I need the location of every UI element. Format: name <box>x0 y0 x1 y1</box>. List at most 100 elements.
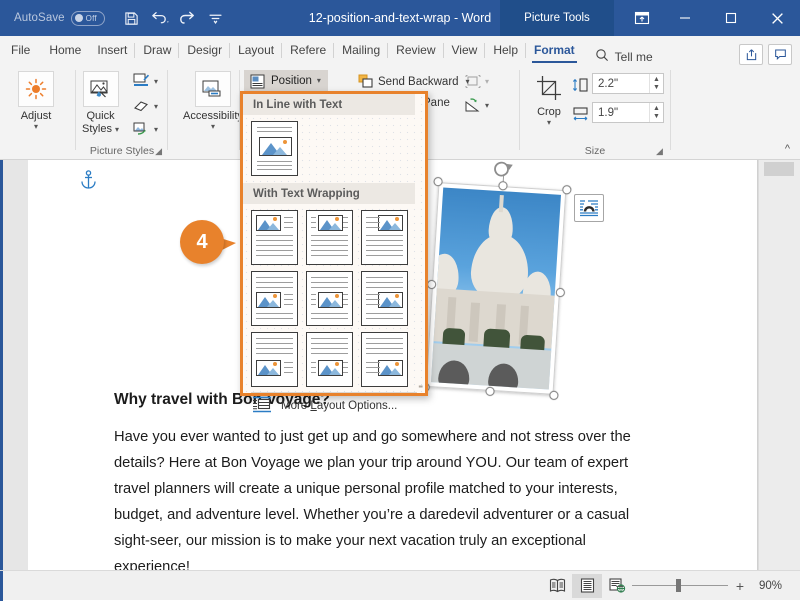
customize-quick-access-icon[interactable] <box>203 6 229 30</box>
layout-options-icon[interactable] <box>574 194 604 222</box>
tell-me-label: Tell me <box>614 49 653 64</box>
quick-styles-label: Quick Styles ▾ <box>82 110 120 135</box>
autosave-label: AutoSave <box>14 12 65 24</box>
chevron-down-icon[interactable]: ▾ <box>485 77 489 86</box>
accessibility-button[interactable]: Accessibility ▾ <box>183 71 243 131</box>
ribbon-group-picture-styles: Quick Styles ▾ ▾ ▾ ▾ Picture Styles ◢ <box>76 65 168 160</box>
adjust-button[interactable]: Adjust ▾ <box>18 71 54 131</box>
chevron-down-icon[interactable]: ▾ <box>34 122 38 131</box>
position-gallery-dropdown[interactable]: In Line with Text With Text Wrapping Mor… <box>240 91 428 413</box>
size-dialog-launcher[interactable]: ◢ <box>656 146 663 157</box>
zoom-in-button[interactable]: + <box>736 578 744 594</box>
shape-height-spinner[interactable]: ▲ ▼ <box>649 74 663 93</box>
more-layout-options-item[interactable]: More Layout Options... <box>243 393 425 419</box>
zoom-slider[interactable] <box>631 579 728 593</box>
shape-width-icon <box>572 105 589 122</box>
maximize-icon[interactable] <box>708 0 754 36</box>
position-gallery-inner: In Line with Text With Text Wrapping Mor… <box>243 94 425 413</box>
vertical-scrollbar[interactable] <box>758 160 800 570</box>
chevron-down-icon[interactable]: ▾ <box>211 122 215 131</box>
tab-format[interactable]: Format <box>526 36 583 65</box>
position-option-bottom-left-square[interactable] <box>251 332 298 387</box>
tab-layout[interactable]: Layout <box>230 36 283 65</box>
ribbon-display-options-icon[interactable] <box>622 0 662 36</box>
gallery-category-inline: In Line with Text <box>243 94 415 115</box>
resize-grip-icon[interactable]: ▪▪ <box>418 382 423 391</box>
share-icon[interactable] <box>739 44 763 65</box>
sacre-coeur-photo <box>430 187 562 390</box>
autosave-toggle[interactable]: AutoSave Off <box>14 10 105 26</box>
tab-insert[interactable]: Insert <box>89 36 136 65</box>
object-anchor-icon <box>80 170 97 195</box>
position-option-bottom-right-square[interactable] <box>361 332 408 387</box>
position-option-top-left-square[interactable] <box>251 210 298 265</box>
zoom-slider-thumb[interactable] <box>675 579 681 592</box>
print-layout-icon[interactable] <box>572 573 602 598</box>
picture-object[interactable] <box>420 161 572 401</box>
tab-home[interactable]: Home <box>41 36 89 65</box>
redo-icon[interactable] <box>175 6 201 30</box>
picture-styles-dialog-launcher[interactable]: ◢ <box>155 146 162 157</box>
zoom-control: − + 90% <box>616 578 782 594</box>
crop-button[interactable]: Crop ▾ <box>532 73 566 127</box>
inline-options-grid <box>243 115 431 176</box>
ribbon-tab-strip: File Home Insert Draw Desigr Layout Refe… <box>0 36 800 65</box>
quick-styles-button[interactable]: Quick Styles ▾ <box>82 71 119 135</box>
comments-icon[interactable] <box>768 44 792 65</box>
position-option-middle-right-square[interactable] <box>361 271 408 326</box>
undo-icon[interactable] <box>147 6 173 30</box>
left-accent-strip <box>0 160 3 570</box>
tab-help[interactable]: Help <box>485 36 526 65</box>
autosave-switch[interactable]: Off <box>70 10 105 26</box>
send-backward-button[interactable]: Send Backward ▾ <box>357 73 470 90</box>
position-label: Position <box>271 75 312 87</box>
position-option-top-right-square[interactable] <box>361 210 408 265</box>
shape-width-spinner[interactable]: ▲ ▼ <box>649 103 663 122</box>
tab-design[interactable]: Desigr <box>179 36 230 65</box>
shape-height-field[interactable]: 2.2" ▲ ▼ <box>592 73 664 94</box>
tab-file[interactable]: File <box>0 36 41 65</box>
rotate-objects-button[interactable]: ▾ <box>464 97 489 114</box>
tell-me-box[interactable]: Tell me <box>595 48 653 65</box>
resize-handle-top-center[interactable] <box>497 180 508 191</box>
position-option-middle-left-square[interactable] <box>251 271 298 326</box>
picture-effects-button[interactable]: ▾ <box>133 98 158 115</box>
chevron-down-icon[interactable]: ▾ <box>547 118 551 127</box>
tab-draw[interactable]: Draw <box>135 36 180 65</box>
window-controls <box>622 0 800 36</box>
chevron-down-icon[interactable]: ▾ <box>154 102 158 111</box>
tab-review[interactable]: Review <box>388 36 444 65</box>
autosave-state: Off <box>85 13 97 23</box>
read-mode-icon[interactable] <box>542 574 572 598</box>
zoom-level-label[interactable]: 90% <box>752 580 782 592</box>
save-icon[interactable] <box>119 6 145 30</box>
collapse-ribbon-icon[interactable]: ^ <box>785 143 790 155</box>
resize-handle-bottom-center[interactable] <box>484 386 495 397</box>
shape-width-field[interactable]: 1.9" ▲ ▼ <box>592 102 664 123</box>
position-option-bottom-center-square[interactable] <box>306 332 353 387</box>
tab-view[interactable]: View <box>444 36 486 65</box>
chevron-down-icon[interactable]: ▾ <box>154 125 158 134</box>
position-button[interactable]: Position ▾ <box>244 70 328 92</box>
close-icon[interactable] <box>754 0 800 36</box>
scrollbar-thumb[interactable] <box>764 162 794 176</box>
chevron-down-icon[interactable]: ▾ <box>485 101 489 110</box>
chevron-down-icon[interactable]: ▾ <box>317 77 321 85</box>
picture-layout-button[interactable]: ▾ <box>133 121 158 138</box>
quick-access-toolbar <box>119 6 229 30</box>
tab-mailings[interactable]: Mailing <box>334 36 389 65</box>
rotate-objects-icon <box>464 97 481 114</box>
position-option-in-line-with-text[interactable] <box>251 121 298 176</box>
contextual-tab-picture-tools[interactable]: Picture Tools <box>500 0 614 36</box>
shape-height-icon <box>572 76 589 93</box>
tab-references[interactable]: Refere <box>282 36 335 65</box>
picture-border-button[interactable]: ▾ <box>133 73 158 90</box>
minimize-icon[interactable] <box>662 0 708 36</box>
chevron-down-icon[interactable]: ▾ <box>154 77 158 86</box>
position-option-middle-center-square[interactable] <box>306 271 353 326</box>
picture-frame <box>425 182 567 395</box>
position-option-top-center-square[interactable] <box>306 210 353 265</box>
align-objects-button[interactable]: ▾ <box>464 73 489 90</box>
shape-height-value: 2.2" <box>598 77 619 90</box>
zoom-out-button[interactable]: − <box>616 578 624 594</box>
